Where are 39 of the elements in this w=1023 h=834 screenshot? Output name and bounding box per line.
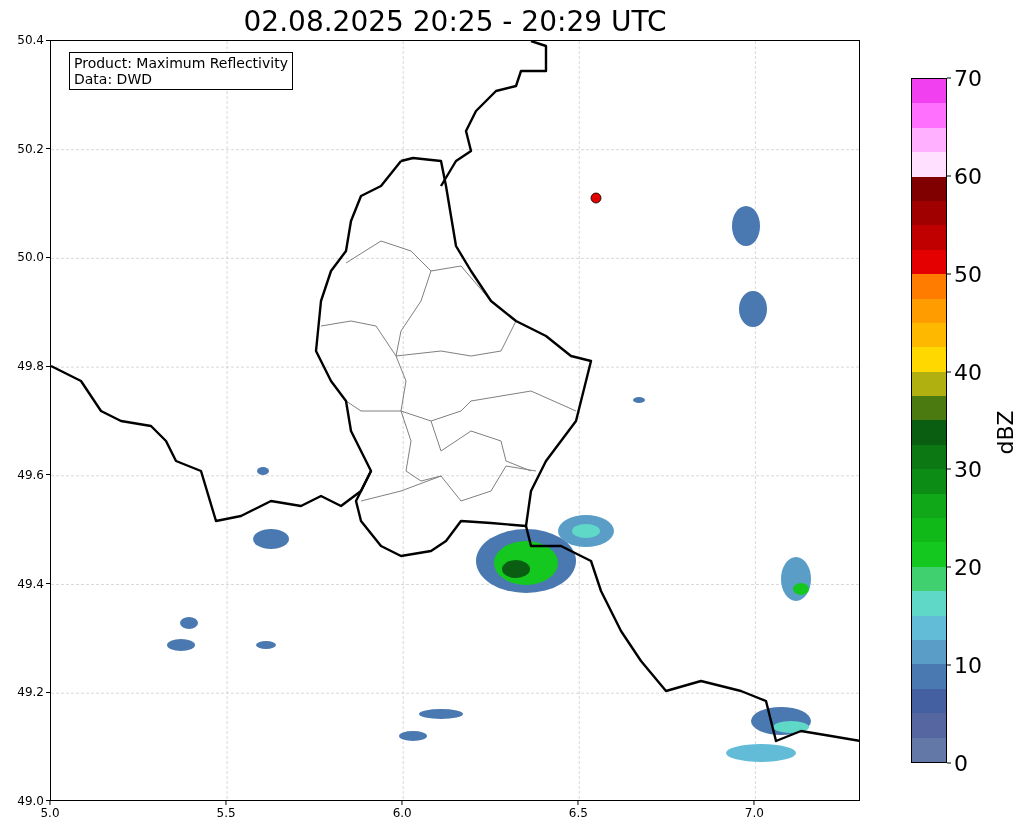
axis-tick-label: 49.6 xyxy=(17,467,44,482)
colorbar-tick-label: 50 xyxy=(954,261,982,287)
radar-echo xyxy=(257,467,269,475)
radar-echo xyxy=(739,291,767,327)
radar-echo xyxy=(180,617,198,629)
info-text: Product: Maximum Reflectivity xyxy=(74,55,288,71)
axis-tick-label: 5.5 xyxy=(216,806,236,820)
axis-tick-label: 7.0 xyxy=(744,806,764,820)
location-dot xyxy=(590,192,602,204)
colorbar-tick-label: 20 xyxy=(954,554,982,580)
radar-echo xyxy=(167,639,195,651)
info-text: Data: DWD xyxy=(74,71,153,87)
axis-tick-label: 50.4 xyxy=(17,33,44,47)
radar-echo xyxy=(633,397,645,403)
radar-echo xyxy=(253,529,289,549)
colorbar-tick-label: 70 xyxy=(954,65,982,91)
axis-tick-label: 6.5 xyxy=(568,806,588,820)
axis-tick-label: 49.2 xyxy=(17,685,44,700)
axis-tick-label: 50.2 xyxy=(17,141,44,156)
radar-echo xyxy=(399,731,427,741)
radar-echo xyxy=(732,206,760,246)
radar-echo xyxy=(751,707,811,735)
radar-echo xyxy=(726,744,796,762)
axis-tick-label: 49.0 xyxy=(17,793,44,808)
chart-title: 02.08.2025 20:25 - 20:29 UTC xyxy=(243,6,667,38)
colorbar-label: dBZ xyxy=(992,410,1018,455)
axis-tick-label: 5.0 xyxy=(40,806,60,820)
colorbar-tick-label: 0 xyxy=(954,750,968,776)
axis-tick-label: 49.4 xyxy=(17,576,44,591)
axis-tick-label: 49.8 xyxy=(17,359,44,374)
colorbar-tick-label: 10 xyxy=(954,652,982,678)
colorbar-tick-label: 60 xyxy=(954,163,982,189)
radar-echo xyxy=(419,709,463,719)
colorbar-tick-label: 40 xyxy=(954,359,982,385)
axis-tick-label: 50.0 xyxy=(17,250,44,265)
colorbar-tick-label: 30 xyxy=(954,456,982,482)
axis-tick-label: 6.0 xyxy=(392,806,412,820)
radar-echo xyxy=(781,557,811,601)
radar-echo xyxy=(256,641,276,649)
